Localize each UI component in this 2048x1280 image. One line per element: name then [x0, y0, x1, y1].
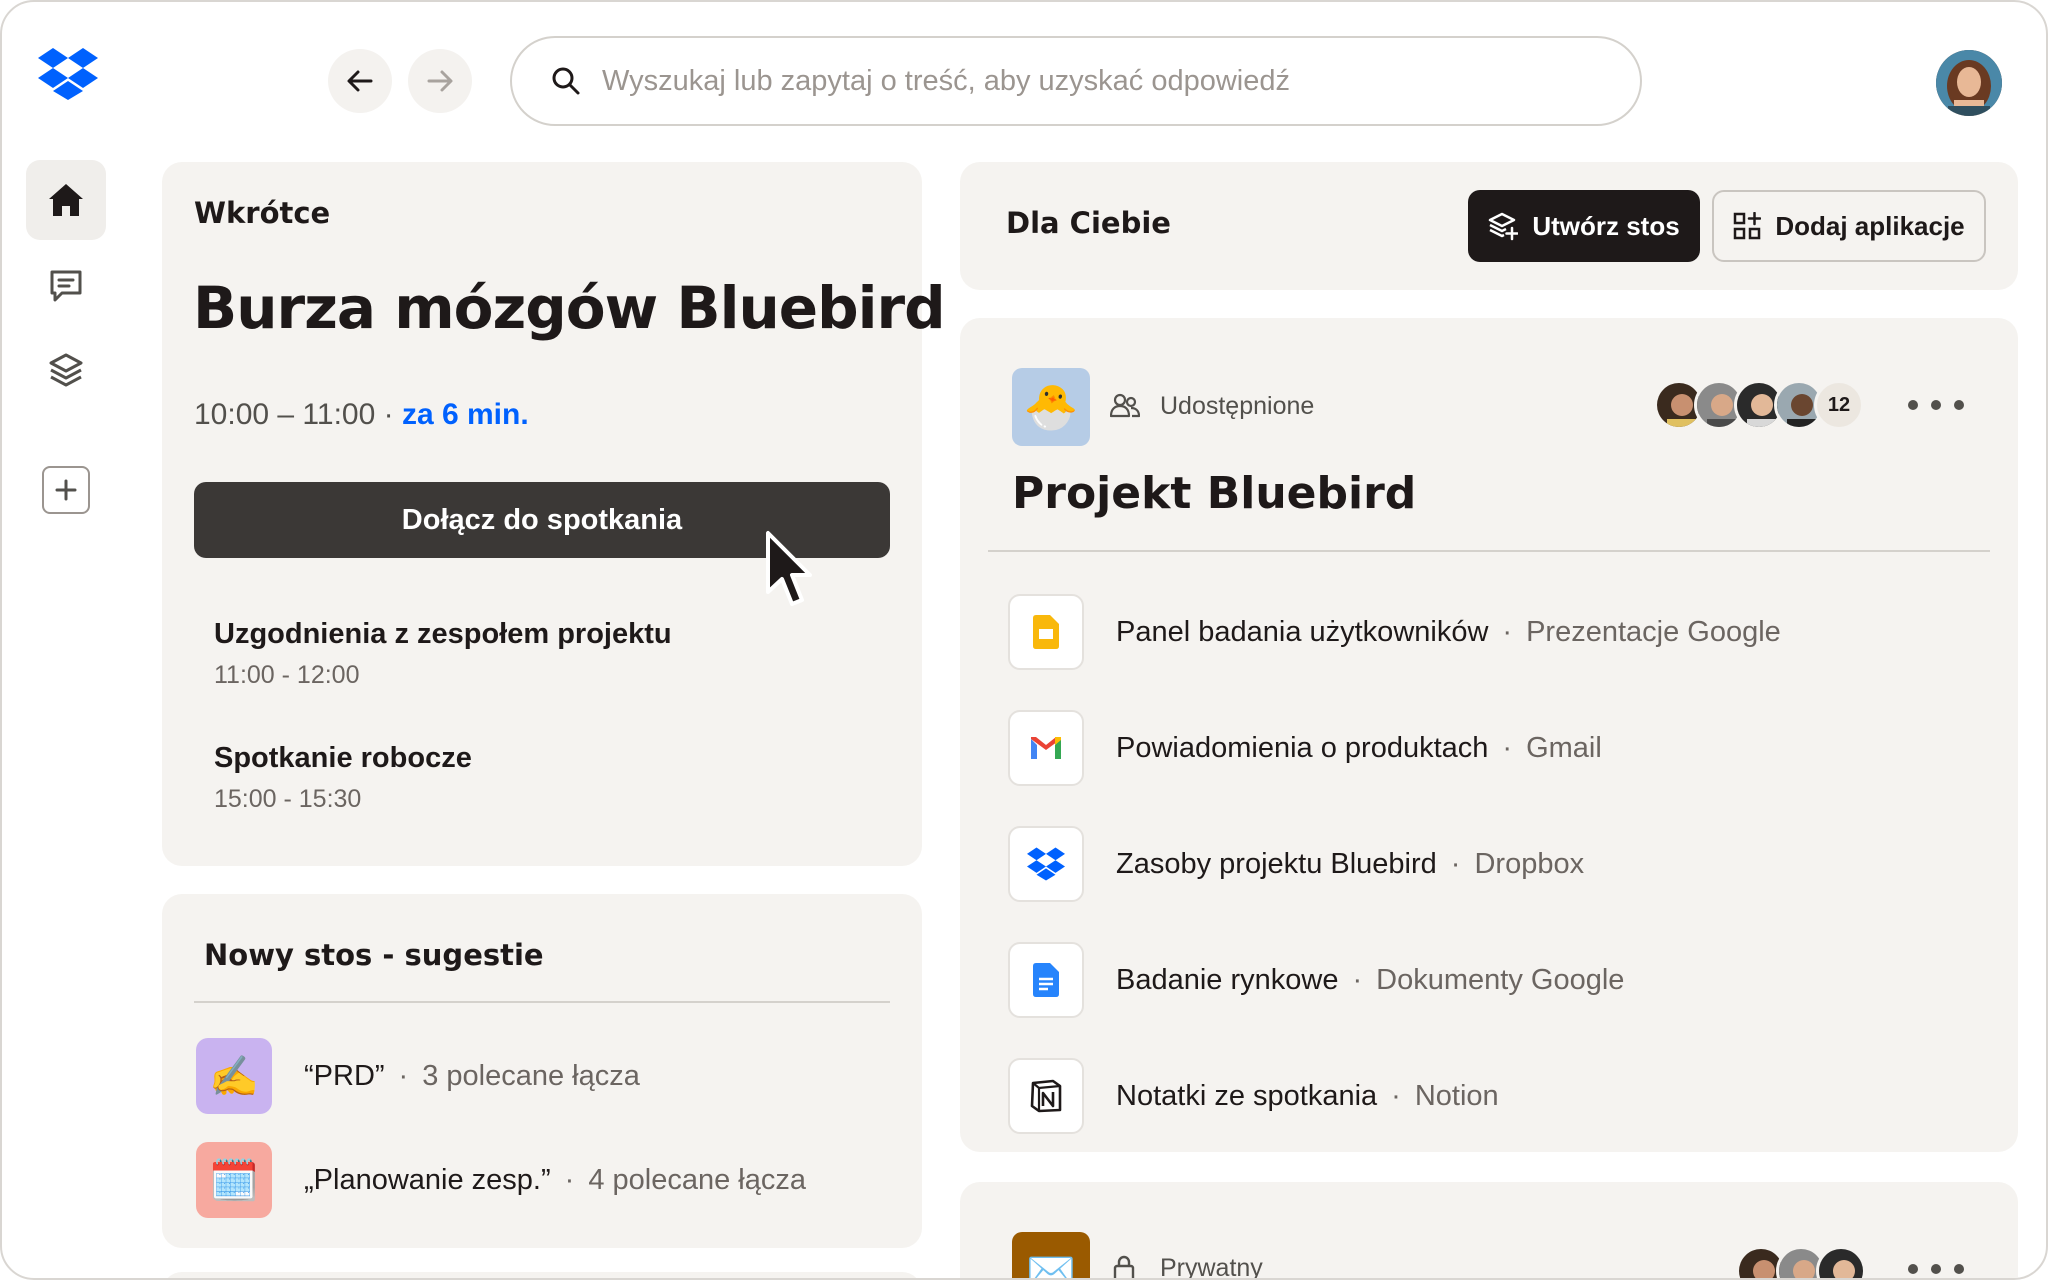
search-icon: [552, 67, 580, 95]
file-name: Badanie rynkowe: [1116, 963, 1339, 996]
separator: ·: [1502, 731, 1513, 764]
search-input[interactable]: [602, 64, 1602, 98]
suggestion-meta: 3 polecane łącza: [422, 1059, 640, 1092]
arrow-right-icon: [427, 70, 453, 92]
file-name: Notatki ze spotkania: [1116, 1079, 1378, 1112]
mouse-cursor-icon: [766, 531, 812, 606]
create-stack-button[interactable]: Utwórz stos: [1468, 190, 1700, 262]
stack-add-icon: [1489, 212, 1519, 241]
meeting-title: Burza mózgów Bluebird: [193, 274, 946, 342]
event-time: 11:00 - 12:00: [214, 661, 360, 689]
file-name: Powiadomienia o produktach: [1116, 731, 1489, 764]
file-name: Panel badania użytkowników: [1116, 615, 1489, 648]
back-button[interactable]: [328, 49, 392, 113]
create-stack-label: Utwórz stos: [1532, 210, 1680, 241]
upcoming-label: Wkrótce: [194, 196, 331, 230]
divider: [194, 1001, 890, 1003]
forward-button[interactable]: [408, 49, 472, 113]
next-card: [162, 1272, 922, 1278]
private-label: Prywatny: [1160, 1254, 1263, 1280]
gmail-icon: [1008, 710, 1084, 786]
dropbox-logo-icon[interactable]: [38, 48, 98, 100]
suggestion-name: “PRD”: [304, 1059, 385, 1092]
file-item[interactable]: Powiadomienia o produktach · Gmail: [1008, 710, 1602, 786]
upcoming-meeting-card: Wkrótce Burza mózgów Bluebird 10:00 – 11…: [162, 162, 946, 866]
suggestion-meta: 4 polecane łącza: [588, 1163, 806, 1196]
file-item[interactable]: Panel badania użytkowników · Prezentacje…: [1008, 594, 1781, 670]
for-you-header: Dla Ciebie Utwórz stos Dodaj aplikacje: [960, 162, 2018, 290]
suggestion-item[interactable]: ✍️ “PRD” · 3 polecane łącza: [196, 1038, 640, 1114]
suggestions-title: Nowy stos - sugestie: [204, 938, 544, 972]
file-source: Gmail: [1526, 731, 1602, 764]
hatching-chick-icon: 🐣: [1012, 368, 1090, 446]
stacks-icon: [49, 353, 83, 387]
shared-users-icon: [1110, 393, 1140, 418]
file-name: Zasoby projektu Bluebird: [1116, 847, 1437, 880]
calendar-icon: 🗓️: [196, 1142, 272, 1218]
shared-label: Udostępnione: [1160, 392, 1315, 420]
sidebar-item-chat[interactable]: [26, 246, 106, 326]
separator: ·: [564, 1163, 575, 1196]
google-slides-icon: [1008, 594, 1084, 670]
user-avatar[interactable]: [1936, 50, 2002, 116]
member-avatars[interactable]: 12: [1654, 380, 1864, 432]
more-options-icon[interactable]: [1908, 390, 1964, 420]
event-title: Uzgodnienia z zespołem projektu: [214, 618, 672, 650]
suggestion-name: „Planowanie zesp.”: [304, 1163, 551, 1196]
sidebar-item-home[interactable]: [26, 160, 106, 240]
file-item[interactable]: Badanie rynkowe · Dokumenty Google: [1008, 942, 1624, 1018]
add-apps-button[interactable]: Dodaj aplikacje: [1712, 190, 1986, 262]
stack-suggestions-card: Nowy stos - sugestie ✍️ “PRD” · 3 poleca…: [162, 894, 922, 1248]
home-icon: [49, 184, 83, 216]
event-time: 15:00 - 15:30: [214, 785, 362, 813]
separator: ·: [1502, 615, 1513, 648]
file-source: Notion: [1414, 1079, 1499, 1112]
envelope-icon: ✉️: [1012, 1232, 1090, 1278]
chat-icon: [50, 270, 82, 302]
notion-icon: [1008, 1058, 1084, 1134]
project-stack-card[interactable]: 🐣 Udostępnione 12 Projekt Bluebird Panel…: [960, 318, 2018, 1152]
meeting-starts-in: za 6 min.: [401, 398, 529, 431]
separator: ·: [1450, 847, 1461, 880]
divider: [988, 550, 1990, 552]
more-options-icon[interactable]: [1908, 1254, 1964, 1278]
sidebar-item-stacks[interactable]: [26, 330, 106, 410]
add-apps-label: Dodaj aplikacje: [1775, 210, 1965, 241]
for-you-label: Dla Ciebie: [1006, 206, 1171, 240]
google-docs-icon: [1008, 942, 1084, 1018]
file-item[interactable]: Zasoby projektu Bluebird · Dropbox: [1008, 826, 1584, 902]
search-bar[interactable]: [510, 36, 1642, 126]
file-source: Dropbox: [1474, 847, 1585, 880]
member-avatars[interactable]: [1736, 1246, 1866, 1278]
writing-hand-icon: ✍️: [196, 1038, 272, 1114]
member-avatar: [1816, 1246, 1866, 1278]
apps-add-icon: [1734, 212, 1762, 240]
meeting-time-range: 10:00 – 11:00 ·: [194, 398, 394, 431]
meeting-time: 10:00 – 11:00 · za 6 min.: [194, 398, 529, 432]
separator: ·: [1352, 963, 1363, 996]
member-count-badge: 12: [1814, 380, 1864, 430]
arrow-left-icon: [347, 70, 373, 92]
event-item[interactable]: Uzgodnienia z zespołem projektu 11:00 - …: [214, 618, 672, 690]
event-item[interactable]: Spotkanie robocze 15:00 - 15:30: [214, 742, 472, 814]
event-title: Spotkanie robocze: [214, 742, 472, 774]
app-window: Wkrótce Burza mózgów Bluebird 10:00 – 11…: [0, 0, 2048, 1280]
file-source: Prezentacje Google: [1526, 615, 1781, 648]
lock-icon: [1113, 1255, 1135, 1278]
separator: ·: [398, 1059, 409, 1092]
file-source: Dokumenty Google: [1376, 963, 1625, 996]
sidebar-add-button[interactable]: [26, 450, 106, 530]
separator: ·: [1391, 1079, 1401, 1112]
private-stack-card[interactable]: ✉️ Prywatny: [960, 1182, 2018, 1280]
file-item[interactable]: Notatki ze spotkania · Notion: [1008, 1058, 1499, 1134]
suggestion-item[interactable]: 🗓️ „Planowanie zesp.” · 4 polecane łącza: [196, 1142, 806, 1218]
add-icon: [42, 466, 90, 514]
project-title: Projekt Bluebird: [1012, 468, 1417, 519]
dropbox-icon: [1008, 826, 1084, 902]
